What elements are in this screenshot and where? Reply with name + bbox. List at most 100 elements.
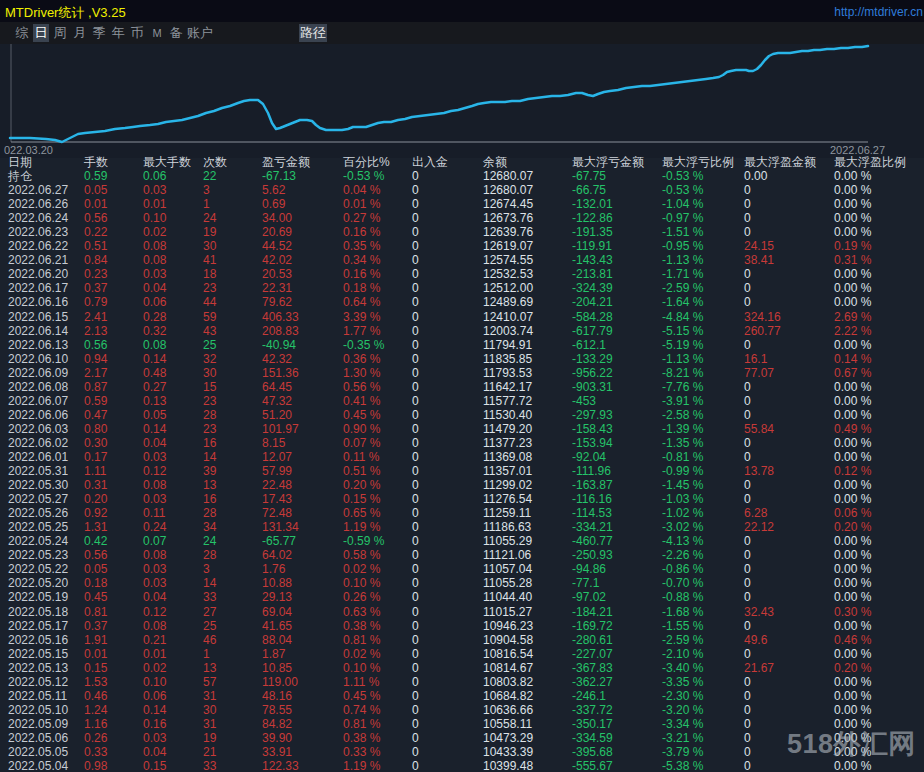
cell: -3.21 % <box>662 731 744 745</box>
cell: 44.52 <box>262 239 343 253</box>
cell: 0.07 % <box>343 436 412 450</box>
cell: 10904.58 <box>483 633 572 647</box>
cell: 0.46 % <box>834 633 924 647</box>
cell: 2022.05.04 <box>8 759 84 772</box>
cell: -3.79 % <box>662 745 744 759</box>
cell: -191.35 <box>572 225 662 239</box>
cell: 0 <box>744 436 834 450</box>
cell: 0 <box>744 394 834 408</box>
cell: -94.86 <box>572 562 662 576</box>
cell: 0.00 % <box>834 338 924 352</box>
cell: 16 <box>203 492 262 506</box>
cell: 10.88 <box>262 576 343 590</box>
cell: -116.16 <box>572 492 662 506</box>
table-row: 2022.06.010.170.031412.070.11 %011369.08… <box>0 450 924 464</box>
menu-item-8[interactable]: M <box>149 24 165 42</box>
cell: -2.10 % <box>662 647 744 661</box>
cell: 77.07 <box>744 366 834 380</box>
cell: 2022.05.31 <box>8 464 84 478</box>
cell: 119.00 <box>262 675 343 689</box>
cell: 0.14 <box>143 352 203 366</box>
cell: 0 <box>744 225 834 239</box>
cell: 11377.23 <box>483 436 572 450</box>
cell: 208.83 <box>262 324 343 338</box>
table-row: 2022.05.050.330.042133.910.33 %010433.39… <box>0 745 924 759</box>
menu-item-6[interactable]: 年 <box>110 24 126 42</box>
cell: 88.04 <box>262 633 343 647</box>
cell: 0 <box>412 394 483 408</box>
cell: 3.39 % <box>343 310 412 324</box>
cell: 8.15 <box>262 436 343 450</box>
cell: -1.39 % <box>662 422 744 436</box>
table-row: 2022.05.230.560.082864.020.58 %011121.06… <box>0 548 924 562</box>
cell: 0.16 % <box>343 225 412 239</box>
path-button[interactable]: 路径 <box>299 24 327 42</box>
cell: -2.59 % <box>662 633 744 647</box>
cell: 11530.40 <box>483 408 572 422</box>
cell: 10636.66 <box>483 703 572 717</box>
cell: 2022.06.02 <box>8 436 84 450</box>
cell: 0.03 <box>143 492 203 506</box>
menu-item-10[interactable]: 账户 <box>185 24 215 42</box>
cell: 2022.05.24 <box>8 534 84 548</box>
cell: 10803.82 <box>483 675 572 689</box>
cell: 0.15 <box>143 759 203 772</box>
cell: 12674.45 <box>483 197 572 211</box>
cell: -3.91 % <box>662 394 744 408</box>
cell: 13.78 <box>744 464 834 478</box>
cell: 2022.06.03 <box>8 422 84 436</box>
cell: 0.26 <box>84 731 143 745</box>
cell: 0.30 <box>84 436 143 450</box>
table-row: 2022.05.190.450.043329.130.26 %011044.40… <box>0 590 924 604</box>
cell: 6.28 <box>744 506 834 520</box>
cell: 0.03 <box>143 267 203 281</box>
col-header-6: 百分比% <box>343 155 412 169</box>
cell: 406.33 <box>262 310 343 324</box>
cell: 0 <box>412 267 483 281</box>
menu-item-7[interactable]: 币 <box>129 24 145 42</box>
cell: 2022.05.26 <box>8 506 84 520</box>
cell: 2022.05.17 <box>8 619 84 633</box>
cell: 0.00 % <box>834 394 924 408</box>
cell: 0.00 % <box>834 534 924 548</box>
menu-item-4[interactable]: 月 <box>72 24 88 42</box>
col-header-10: 最大浮亏比例 <box>662 155 744 169</box>
cell: 0.10 <box>143 675 203 689</box>
cell: 0.02 % <box>343 647 412 661</box>
cell: 39.90 <box>262 731 343 745</box>
cell: 0.46 <box>84 689 143 703</box>
menu-item-5[interactable]: 季 <box>91 24 107 42</box>
cell: 10684.82 <box>483 689 572 703</box>
cell: -4.84 % <box>662 310 744 324</box>
cell: 2.41 <box>84 310 143 324</box>
cell: 0.06 <box>143 689 203 703</box>
cell: 0.17 <box>84 450 143 464</box>
menu-item-9[interactable]: 备 <box>168 24 184 42</box>
cell: -132.01 <box>572 197 662 211</box>
cell: 11793.53 <box>483 366 572 380</box>
cell: 24 <box>203 211 262 225</box>
menu-item-3[interactable]: 周 <box>52 24 68 42</box>
website-link[interactable]: http://mtdriver.cn <box>834 5 923 19</box>
cell: 30 <box>203 366 262 380</box>
cell: 24 <box>203 534 262 548</box>
cell: 0 <box>744 408 834 422</box>
cell: 23 <box>203 394 262 408</box>
cell: 0.45 % <box>343 689 412 703</box>
menu-item-1[interactable]: 综 <box>14 24 30 42</box>
table-row: 2022.06.092.170.4830151.361.30 %011793.5… <box>0 366 924 380</box>
stats-table: 日期手数最大手数次数盈亏金额百分比%出入金余额最大浮亏金额最大浮亏比例最大浮盈金… <box>0 155 924 772</box>
cell: 1.91 <box>84 633 143 647</box>
cell: 0.15 <box>84 661 143 675</box>
cell: 0 <box>744 197 834 211</box>
cell: 0.30 % <box>834 605 924 619</box>
cell: 10558.11 <box>483 717 572 731</box>
menu-item-2[interactable]: 日 <box>33 24 49 42</box>
cell: 1.11 % <box>343 675 412 689</box>
cell: 0 <box>412 239 483 253</box>
cell: 2022.05.27 <box>8 492 84 506</box>
col-header-12: 最大浮盈比例 <box>834 155 924 169</box>
cell: 0.06 <box>143 295 203 309</box>
cell: 79.62 <box>262 295 343 309</box>
cell: 10473.29 <box>483 731 572 745</box>
